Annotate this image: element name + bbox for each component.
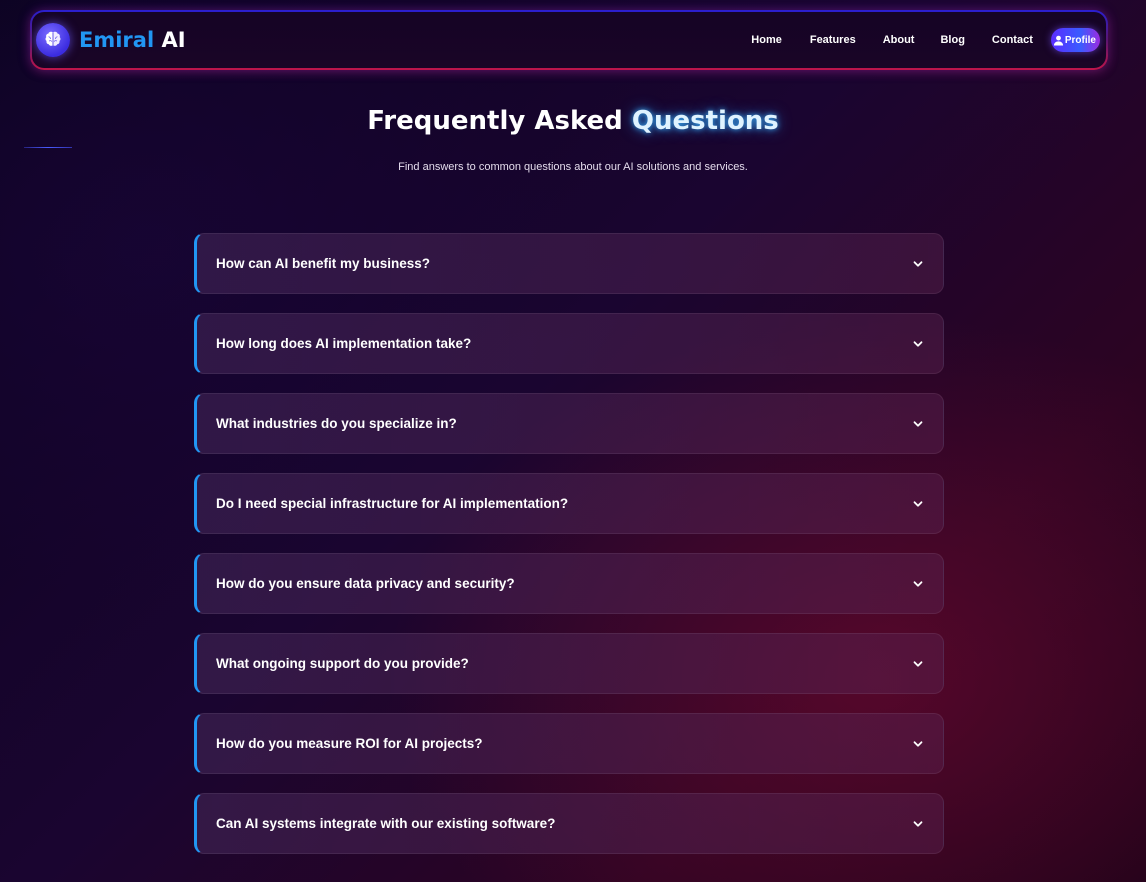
brand-name-rest: AI bbox=[161, 28, 186, 52]
faq-item[interactable]: What ongoing support do you provide? bbox=[194, 633, 944, 694]
faq-item[interactable]: How long does AI implementation take? bbox=[194, 313, 944, 374]
brand-name: Emiral AI bbox=[79, 28, 186, 52]
faq-item[interactable]: Can AI systems integrate with our existi… bbox=[194, 793, 944, 854]
page-subtitle: Find answers to common questions about o… bbox=[398, 161, 748, 173]
faq-question: How do you ensure data privacy and secur… bbox=[216, 576, 515, 591]
faq-item[interactable]: How do you ensure data privacy and secur… bbox=[194, 553, 944, 614]
page-title: Frequently Asked Questions bbox=[0, 106, 1146, 136]
chevron-down-icon[interactable] bbox=[912, 498, 924, 510]
faq-question: Can AI systems integrate with our existi… bbox=[216, 816, 556, 831]
brand-logo[interactable]: Emiral AI bbox=[36, 23, 186, 57]
decorative-line bbox=[24, 147, 72, 148]
nav-link-features[interactable]: Features bbox=[810, 34, 856, 46]
nav-links: Home Features About Blog Contact Profile bbox=[751, 12, 1106, 68]
navbar: Emiral AI Home Features About Blog Conta… bbox=[30, 10, 1108, 70]
faq-question: What industries do you specialize in? bbox=[216, 416, 457, 431]
faq-question: How do you measure ROI for AI projects? bbox=[216, 736, 483, 751]
profile-button[interactable]: Profile bbox=[1050, 28, 1100, 52]
brain-icon bbox=[36, 23, 70, 57]
nav-link-contact[interactable]: Contact bbox=[992, 34, 1033, 46]
faq-question: What ongoing support do you provide? bbox=[216, 656, 469, 671]
profile-label: Profile bbox=[1064, 34, 1096, 46]
brand-name-accent: Emiral bbox=[79, 28, 155, 52]
faq-question: How long does AI implementation take? bbox=[216, 336, 472, 351]
faq-question: How can AI benefit my business? bbox=[216, 256, 431, 271]
faq-item[interactable]: How can AI benefit my business? bbox=[194, 233, 944, 294]
chevron-down-icon[interactable] bbox=[912, 258, 924, 270]
chevron-down-icon[interactable] bbox=[912, 738, 924, 750]
chevron-down-icon[interactable] bbox=[912, 818, 924, 830]
nav-link-blog[interactable]: Blog bbox=[940, 34, 964, 46]
nav-link-home[interactable]: Home bbox=[751, 34, 782, 46]
chevron-down-icon[interactable] bbox=[912, 578, 924, 590]
chevron-down-icon[interactable] bbox=[912, 418, 924, 430]
chevron-down-icon[interactable] bbox=[912, 658, 924, 670]
faq-item[interactable]: How do you measure ROI for AI projects? bbox=[194, 713, 944, 774]
user-icon bbox=[1053, 35, 1063, 46]
page-title-accent: Questions bbox=[631, 106, 779, 136]
page-title-main: Frequently Asked bbox=[367, 106, 623, 136]
faq-list: How can AI benefit my business? How long… bbox=[194, 233, 944, 873]
nav-link-about[interactable]: About bbox=[883, 34, 915, 46]
faq-item[interactable]: What industries do you specialize in? bbox=[194, 393, 944, 454]
chevron-down-icon[interactable] bbox=[912, 338, 924, 350]
faq-question: Do I need special infrastructure for AI … bbox=[216, 496, 569, 511]
faq-item[interactable]: Do I need special infrastructure for AI … bbox=[194, 473, 944, 534]
